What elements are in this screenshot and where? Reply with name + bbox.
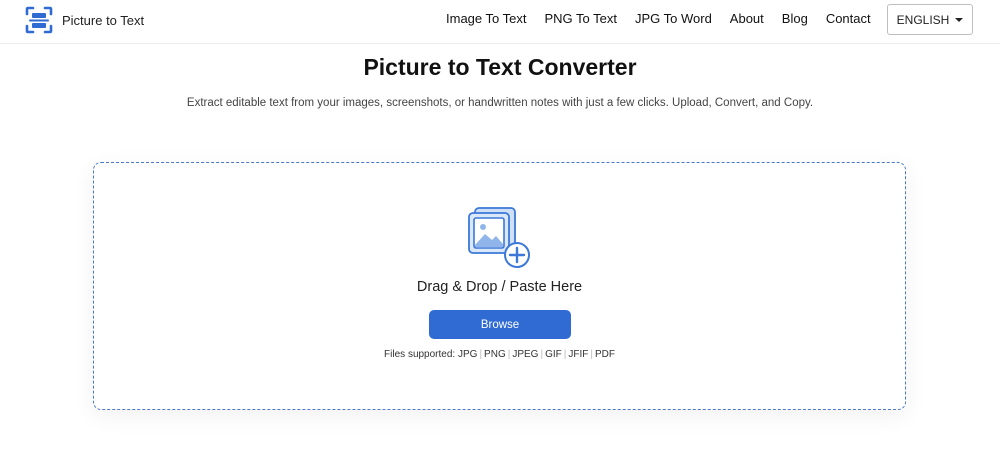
caret-down-icon [955, 17, 964, 22]
browse-button[interactable]: Browse [429, 310, 571, 339]
file-type: JFIF [568, 349, 589, 360]
main-nav: Image To Text PNG To Text JPG To Word Ab… [446, 0, 889, 37]
language-label: ENGLISH [896, 12, 950, 27]
file-type: JPEG [512, 349, 539, 360]
brand-name: Picture to Text [62, 12, 145, 28]
top-navbar: Picture to Text Image To Text PNG To Tex… [0, 0, 1000, 44]
files-supported-label: Files supported: [384, 349, 456, 360]
nav-link-png-to-text[interactable]: PNG To Text [544, 11, 617, 26]
scan-frame-icon [25, 6, 53, 34]
add-image-icon [468, 207, 530, 268]
files-supported: Files supported: JPG | PNG | JPEG | GIF | JFIF | P… [384, 349, 615, 360]
nav-link-jpg-to-word[interactable]: JPG To Word [635, 11, 712, 26]
nav-link-about[interactable]: About [730, 11, 764, 26]
nav-link-blog[interactable]: Blog [782, 11, 808, 26]
file-type: PNG [484, 349, 506, 360]
file-type: GIF [545, 349, 562, 360]
upload-dropzone[interactable]: Drag & Drop / Paste Here Browse Files su… [93, 162, 906, 410]
drop-instructions: Drag & Drop / Paste Here [416, 279, 583, 295]
nav-link-image-to-text[interactable]: Image To Text [446, 11, 526, 26]
page-subtitle: Extract editable text from your images, … [186, 97, 814, 109]
file-type: PDF [594, 349, 615, 360]
nav-link-contact[interactable]: Contact [826, 11, 871, 26]
language-dropdown[interactable]: ENGLISH [887, 4, 973, 35]
brand-link[interactable]: Picture to Text [24, 5, 144, 35]
page-title: Picture to Text Converter [363, 54, 637, 80]
file-type: JPG [457, 349, 478, 360]
